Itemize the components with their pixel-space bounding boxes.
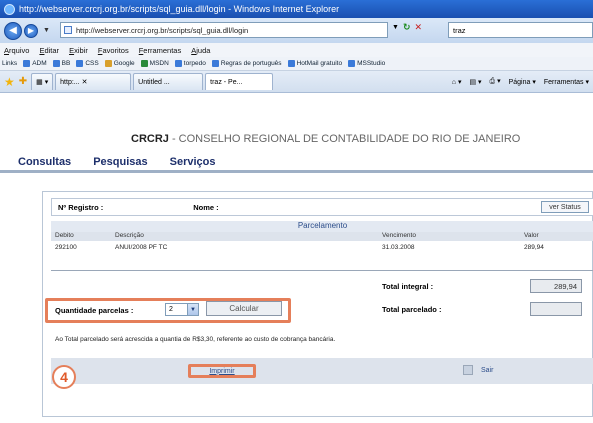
col-debito: Debito xyxy=(55,232,74,239)
menu-bar: Arquivo Editar Exibir Favoritos Ferramen… xyxy=(0,43,593,57)
refresh-icon[interactable]: ↻ xyxy=(403,22,411,33)
nome-label: Nome : xyxy=(193,202,219,212)
link-icon xyxy=(174,60,182,67)
cell-descricao: ANUI/2008 PF TC xyxy=(115,244,168,251)
total-integral-field: 289,94 xyxy=(530,279,582,293)
calcular-button[interactable]: Calcular xyxy=(206,301,282,316)
quantity-label: Quantidade parcelas : xyxy=(55,306,134,315)
nav-servicos[interactable]: Serviços xyxy=(170,156,216,168)
link-css[interactable]: CSS xyxy=(76,60,99,67)
window-title: http://webserver.crcrj.org.br/scripts/sq… xyxy=(19,4,340,14)
link-bb[interactable]: BB xyxy=(52,60,70,67)
table-header: Debito Descrição Vencimento Valor xyxy=(51,232,593,241)
window-title-bar: http://webserver.crcrj.org.br/scripts/sq… xyxy=(0,0,593,18)
menu-editar[interactable]: Editar xyxy=(39,46,59,55)
tabs-bar: ★ ✚ ▦ ▾ http:... ✕ Untitled ... traz - P… xyxy=(0,71,593,93)
sair-label: Sair xyxy=(481,366,494,374)
col-descricao: Descrição xyxy=(115,232,144,239)
site-brand: CRCRJ - CONSELHO REGIONAL DE CONTABILIDA… xyxy=(131,133,520,145)
url-text: http://webserver.crcrj.org.br/scripts/sq… xyxy=(76,25,249,35)
search-input[interactable]: traz xyxy=(448,22,593,38)
link-icon xyxy=(23,60,31,67)
imprimir-button[interactable]: Imprimir xyxy=(188,364,256,378)
cell-debito: 292100 xyxy=(55,244,77,251)
page-menu[interactable]: Página ▾ xyxy=(509,78,536,86)
divider xyxy=(51,270,593,271)
link-icon xyxy=(76,60,84,67)
quick-tabs-button[interactable]: ▦ ▾ xyxy=(31,73,54,90)
add-favorites-icon[interactable]: ✚ xyxy=(19,76,27,87)
parcelamento-title: Parcelamento xyxy=(51,221,593,232)
stop-icon[interactable]: ✕ xyxy=(414,22,422,33)
parcelamento-panel: Nº Registro : Nome : ver Status Parcelam… xyxy=(42,191,593,417)
tab-3[interactable]: traz - Pe... xyxy=(205,73,274,90)
nav-pesquisas[interactable]: Pesquisas xyxy=(93,156,147,168)
menu-ferramentas[interactable]: Ferramentas xyxy=(139,46,182,55)
chevron-down-icon: ▼ xyxy=(187,304,198,315)
tab-2[interactable]: Untitled ... xyxy=(133,73,204,90)
quantity-select[interactable]: 2 ▼ xyxy=(165,303,199,316)
registro-label: Nº Registro : xyxy=(58,202,104,212)
actions-bar: Imprimir Sair xyxy=(51,358,593,384)
history-dropdown-icon[interactable]: ▼ xyxy=(43,27,50,34)
links-label: Links xyxy=(2,60,18,67)
forward-button[interactable]: ▶ xyxy=(24,23,38,38)
favorites-star-icon[interactable]: ★ xyxy=(4,75,15,89)
link-msdn[interactable]: MSDN xyxy=(140,60,169,67)
col-vencimento: Vencimento xyxy=(382,232,416,239)
tab-1[interactable]: http:... ✕ xyxy=(55,73,132,90)
menu-ajuda[interactable]: Ajuda xyxy=(191,46,210,55)
links-bar: Links ADM BB CSS Google MSDN torpedo Reg… xyxy=(0,57,593,71)
tools-menu[interactable]: Ferramentas ▾ xyxy=(544,78,589,86)
link-msstudio[interactable]: MSStudio xyxy=(348,60,385,67)
ver-status-button[interactable]: ver Status xyxy=(541,201,589,213)
msdn-icon xyxy=(140,60,148,67)
quantity-value: 2 xyxy=(169,306,173,313)
back-button[interactable]: ◀ xyxy=(4,21,22,40)
menu-arquivo[interactable]: Arquivo xyxy=(4,46,29,55)
link-icon xyxy=(52,60,60,67)
brand-acronym: CRCRJ xyxy=(131,133,169,145)
total-parcelado-label: Total parcelado : xyxy=(382,305,442,314)
total-parcelado-field xyxy=(530,302,582,316)
google-icon xyxy=(104,60,112,67)
link-google[interactable]: Google xyxy=(104,60,135,67)
registro-row: Nº Registro : Nome : ver Status xyxy=(51,198,593,216)
link-icon xyxy=(348,60,356,67)
table-row: 292100 ANUI/2008 PF TC 31.03.2008 289,94 xyxy=(51,244,593,254)
url-input[interactable]: http://webserver.crcrj.org.br/scripts/sq… xyxy=(60,22,388,38)
exit-icon xyxy=(463,365,473,375)
brand-name: - CONSELHO REGIONAL DE CONTABILIDADE DO … xyxy=(168,133,521,145)
home-icon[interactable]: ⌂ ▾ xyxy=(452,78,462,86)
link-torpedo[interactable]: torpedo xyxy=(174,60,206,67)
url-dropdown-icon[interactable]: ▼ xyxy=(392,24,399,31)
site-nav: Consultas Pesquisas Serviços xyxy=(0,153,593,173)
menu-exibir[interactable]: Exibir xyxy=(69,46,88,55)
link-regras[interactable]: Regras de português xyxy=(211,60,282,67)
total-integral-label: Total integral : xyxy=(382,282,434,291)
link-hotmail[interactable]: HotMail gratuito xyxy=(287,60,342,67)
step-number-badge: 4 xyxy=(52,365,76,389)
page-content: CRCRJ - CONSELHO REGIONAL DE CONTABILIDA… xyxy=(0,93,593,423)
menu-favoritos[interactable]: Favoritos xyxy=(98,46,129,55)
address-toolbar: ◀ ▶ ▼ http://webserver.crcrj.org.br/scri… xyxy=(0,18,593,43)
page-icon xyxy=(64,26,72,34)
sair-button[interactable]: Sair xyxy=(463,365,493,375)
feeds-icon[interactable]: ▤ ▾ xyxy=(469,78,481,86)
search-text: traz xyxy=(453,25,466,35)
fee-note: Ao Total parcelado será acrescida a quan… xyxy=(55,336,336,343)
cell-vencimento: 31.03.2008 xyxy=(382,244,415,251)
print-icon[interactable]: ⎙ ▾ xyxy=(490,77,501,86)
col-valor: Valor xyxy=(524,232,539,239)
link-icon xyxy=(211,60,219,67)
link-adm[interactable]: ADM xyxy=(23,60,47,67)
link-icon xyxy=(287,60,295,67)
nav-consultas[interactable]: Consultas xyxy=(18,156,71,168)
cell-valor: 289,94 xyxy=(524,244,544,251)
ie-logo-icon xyxy=(4,3,15,15)
